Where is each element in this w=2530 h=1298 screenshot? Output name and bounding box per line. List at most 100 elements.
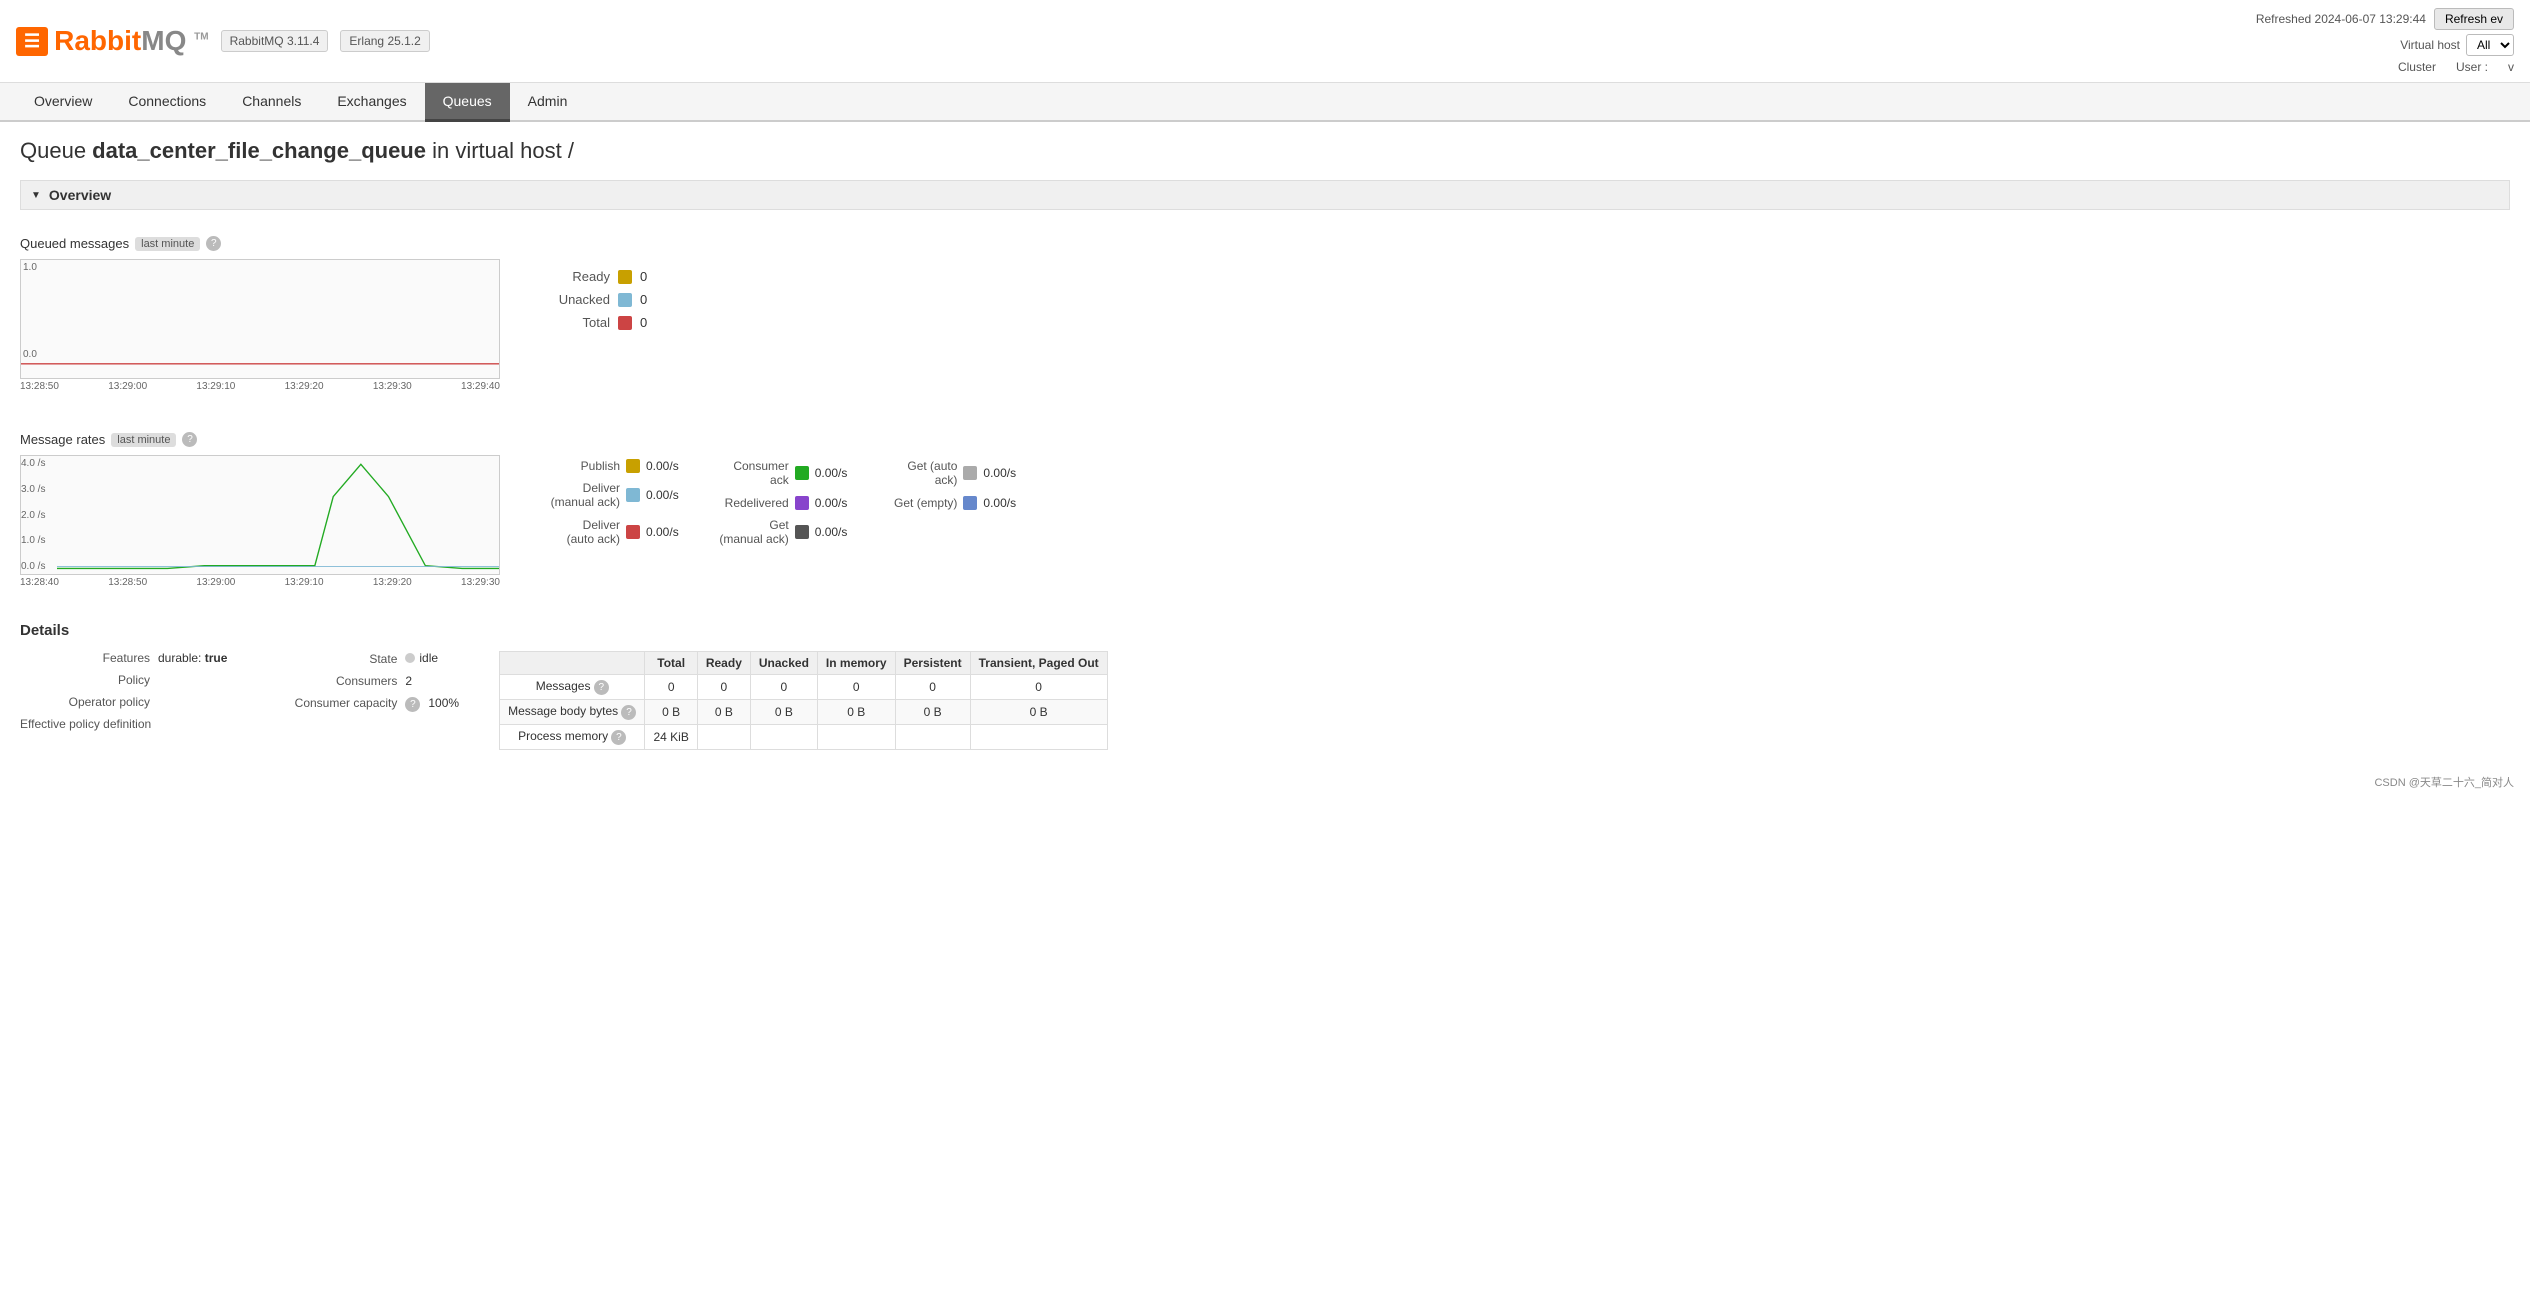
consumer-capacity-help[interactable]: ? (405, 697, 420, 712)
rates-redelivered-value: 0.00/s (815, 496, 848, 510)
row-procmem-transient (970, 725, 1107, 750)
section-header-overview[interactable]: ▼ Overview (20, 180, 2510, 210)
rates-consumer-ack-value: 0.00/s (815, 466, 848, 480)
nav-channels[interactable]: Channels (224, 83, 319, 122)
details-content: Features durable: true Policy Operator p… (20, 651, 2510, 750)
queued-messages-title: Queued messages last minute ? (20, 236, 2510, 251)
th-label (500, 652, 645, 675)
rates-deliver-auto-value: 0.00/s (646, 525, 679, 539)
legend-ready: Ready 0 (540, 269, 647, 284)
legend-unacked: Unacked 0 (540, 292, 647, 307)
vhost-label: Virtual host (2400, 38, 2460, 52)
erlang-badge: Erlang 25.1.2 (340, 30, 429, 52)
messages-table: Total Ready Unacked In memory Persistent… (499, 651, 1108, 750)
queued-badge: last minute (135, 237, 200, 251)
nav-admin[interactable]: Admin (510, 83, 586, 122)
logo-icon: ☰ (16, 27, 48, 56)
nav-overview[interactable]: Overview (16, 83, 110, 122)
rates-badge: last minute (111, 433, 176, 447)
state-dot (405, 653, 415, 663)
footer-text: CSDN @天草二十六_简对人 (2374, 777, 2514, 789)
user-value: v (2508, 60, 2514, 74)
queued-chart-container: 1.0 0.0 13:28:50 13:29:00 13:29:10 13:29… (20, 259, 2510, 394)
th-transient: Transient, Paged Out (970, 652, 1107, 675)
refresh-button[interactable]: Refresh ev (2434, 8, 2514, 30)
details-left: Features durable: true Policy Operator p… (20, 651, 227, 750)
rates-redelivered: Redelivered 0.00/s (709, 496, 848, 510)
th-ready: Ready (697, 652, 750, 675)
cluster-label: Cluster (2398, 60, 2436, 74)
row-procmem-total: 24 KiB (645, 725, 697, 750)
queued-chart-xaxis: 13:28:50 13:29:00 13:29:10 13:29:20 13:2… (20, 379, 500, 394)
nav-connections[interactable]: Connections (110, 83, 224, 122)
logo-rabbit: Rabbit (54, 25, 141, 56)
table-header-row: Total Ready Unacked In memory Persistent… (500, 652, 1108, 675)
row-bodybytes-inmem: 0 B (817, 700, 895, 725)
state-row: State idle (267, 651, 459, 666)
legend-total-value: 0 (640, 315, 647, 330)
row-procmem-inmem (817, 725, 895, 750)
page-title: Queue data_center_file_change_queue in v… (20, 138, 2510, 164)
rates-chart-svg (21, 456, 499, 574)
state-value: idle (405, 651, 438, 665)
chart-y-top: 1.0 (23, 262, 37, 273)
bodybytes-help[interactable]: ? (621, 705, 636, 720)
rates-col3: Get (autoack) 0.00/s Get (empty) 0.00/s (877, 459, 1016, 547)
row-procmem-unacked (750, 725, 817, 750)
message-rates-label: Message rates (20, 432, 105, 447)
consumers-label: Consumers (267, 674, 397, 688)
rates-deliver-manual-color (626, 488, 640, 502)
th-persistent: Persistent (895, 652, 970, 675)
op-policy-label: Operator policy (20, 695, 150, 709)
rates-get-empty: Get (empty) 0.00/s (877, 496, 1016, 510)
messages-help[interactable]: ? (594, 680, 609, 695)
rates-deliver-manual-value: 0.00/s (646, 488, 679, 502)
page-content: Queue data_center_file_change_queue in v… (0, 122, 2530, 766)
policy-row: Policy (20, 673, 227, 687)
refresh-text: Refreshed 2024-06-07 13:29:44 (2256, 12, 2426, 26)
rates-publish: Publish 0.00/s (540, 459, 679, 473)
rates-publish-label: Publish (540, 459, 620, 473)
rates-chart-container: 4.0 /s 3.0 /s 2.0 /s 1.0 /s 0.0 /s (20, 455, 2510, 590)
rates-get-empty-color (963, 496, 977, 510)
queued-help-icon[interactable]: ? (206, 236, 221, 251)
consumer-capacity-value: 100% (428, 696, 459, 710)
rates-help-icon[interactable]: ? (182, 432, 197, 447)
rates-get-auto-label: Get (autoack) (877, 459, 957, 488)
overview-section: ▼ Overview Queued messages last minute ?… (20, 180, 2510, 602)
top-right: Refreshed 2024-06-07 13:29:44 Refresh ev… (2256, 8, 2514, 74)
rates-yaxis: 4.0 /s 3.0 /s 2.0 /s 1.0 /s 0.0 /s (21, 456, 45, 574)
rates-publish-value: 0.00/s (646, 459, 679, 473)
consumer-capacity-row: Consumer capacity ? 100% (267, 696, 459, 712)
message-rates-title: Message rates last minute ? (20, 432, 2510, 447)
row-messages-label: Messages ? (500, 675, 645, 700)
procmem-help[interactable]: ? (611, 730, 626, 745)
row-bodybytes-unacked: 0 B (750, 700, 817, 725)
top-bar: ☰ RabbitMQ TM RabbitMQ 3.11.4 Erlang 25.… (0, 0, 2530, 83)
features-label: Features (20, 651, 150, 665)
legend-total-color (618, 316, 632, 330)
rates-get-auto-value: 0.00/s (983, 466, 1016, 480)
rates-deliver-auto-label: Deliver(auto ack) (540, 518, 620, 547)
nav-exchanges[interactable]: Exchanges (319, 83, 424, 122)
row-bodybytes-transient: 0 B (970, 700, 1107, 725)
legend-unacked-color (618, 293, 632, 307)
row-procmem-ready (697, 725, 750, 750)
features-bool: true (205, 651, 228, 665)
nav-bar: Overview Connections Channels Exchanges … (0, 83, 2530, 122)
rates-consumer-ack: Consumerack 0.00/s (709, 459, 848, 488)
rates-get-auto-color (963, 466, 977, 480)
legend-unacked-label: Unacked (540, 292, 610, 307)
features-value: durable: true (158, 651, 227, 665)
nav-queues[interactable]: Queues (425, 83, 510, 122)
rates-chart-xaxis: 13:28:40 13:28:50 13:29:00 13:29:10 13:2… (20, 575, 500, 590)
logo-mq: MQ (141, 25, 186, 56)
queued-messages-label: Queued messages (20, 236, 129, 251)
consumer-capacity-label: Consumer capacity (267, 696, 397, 710)
vhost-select[interactable]: All (2466, 34, 2514, 56)
footer: CSDN @天草二十六_简对人 (0, 766, 2530, 798)
details-title: Details (20, 622, 2510, 639)
queue-vhost: in virtual host / (432, 138, 574, 163)
th-total: Total (645, 652, 697, 675)
state-text: idle (419, 651, 438, 665)
